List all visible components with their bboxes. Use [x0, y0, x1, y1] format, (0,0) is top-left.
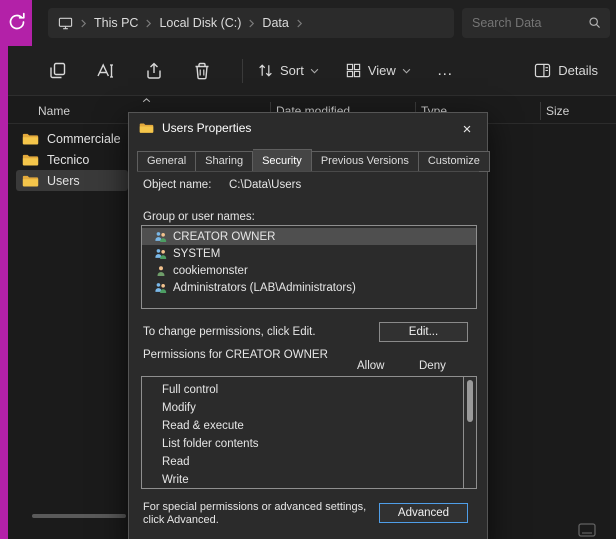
share-icon[interactable] — [144, 61, 164, 81]
allow-column-label: Allow — [357, 360, 384, 372]
status-bar-icon[interactable] — [578, 523, 596, 537]
users-properties-dialog: Users Properties × General Sharing Secur… — [128, 112, 488, 539]
column-name[interactable]: Name — [38, 104, 70, 118]
chevron-right-icon — [80, 19, 87, 28]
close-icon[interactable]: × — [455, 117, 479, 141]
advanced-button[interactable]: Advanced — [379, 503, 468, 523]
group-row-administrators[interactable]: Administrators (LAB\Administrators) — [142, 279, 476, 296]
sort-button[interactable]: Sort — [257, 62, 319, 79]
tab-general[interactable]: General — [137, 151, 196, 172]
group-row-creator-owner[interactable]: CREATOR OWNER — [142, 228, 476, 245]
toolbar-divider — [242, 59, 243, 83]
group-name: SYSTEM — [173, 248, 220, 260]
permission-row-read-execute[interactable]: Read & execute — [142, 417, 476, 435]
advanced-hint-text: For special permissions or advanced sett… — [143, 501, 371, 527]
search-icon[interactable] — [588, 16, 602, 30]
address-bar: This PC Local Disk (C:) Data — [8, 0, 616, 46]
folder-icon — [22, 153, 39, 167]
dialog-title-bar[interactable]: Users Properties — [129, 113, 487, 143]
folder-icon — [139, 122, 154, 134]
chevron-down-icon — [402, 68, 411, 74]
sort-label: Sort — [280, 63, 304, 78]
users-group-icon — [154, 248, 168, 260]
users-group-icon — [154, 231, 168, 243]
edit-button[interactable]: Edit... — [379, 322, 468, 342]
chevron-right-icon — [296, 19, 303, 28]
scrollbar-thumb[interactable] — [467, 380, 473, 422]
folder-icon — [22, 132, 39, 146]
object-name-row: Object name: C:\Data\Users — [143, 179, 475, 191]
object-name-label: Object name: — [143, 179, 211, 191]
details-button[interactable]: Details — [534, 63, 598, 78]
more-options-icon[interactable]: … — [437, 62, 454, 80]
permission-row-read[interactable]: Read — [142, 453, 476, 471]
object-name-value: C:\Data\Users — [229, 179, 301, 191]
delete-icon[interactable] — [192, 61, 212, 81]
permission-row-list-folder-contents[interactable]: List folder contents — [142, 435, 476, 453]
copy-icon[interactable] — [48, 61, 68, 81]
tab-customize[interactable]: Customize — [419, 151, 490, 172]
group-name: cookiemonster — [173, 265, 248, 277]
details-pane-icon — [534, 63, 551, 78]
tab-page-border — [137, 171, 479, 172]
user-icon — [154, 265, 168, 277]
permissions-scrollbar[interactable] — [463, 377, 476, 488]
group-name: Administrators (LAB\Administrators) — [173, 282, 356, 294]
group-names-listbox: CREATOR OWNER SYSTEM cookiemonster Admin… — [141, 225, 477, 309]
permissions-for-label: Permissions for CREATOR OWNER — [143, 348, 348, 362]
chevron-right-icon — [145, 19, 152, 28]
toolbar: Sort View … Details — [8, 46, 616, 96]
file-name: Commerciale — [47, 132, 121, 146]
refresh-icon[interactable] — [6, 11, 28, 33]
permission-row-modify[interactable]: Modify — [142, 399, 476, 417]
view-button[interactable]: View — [345, 62, 411, 79]
column-size[interactable]: Size — [546, 104, 569, 118]
search-box — [462, 8, 610, 38]
tab-previous-versions[interactable]: Previous Versions — [312, 151, 419, 172]
file-name: Tecnico — [47, 153, 89, 167]
folder-icon — [22, 174, 39, 188]
accent-corner — [0, 0, 32, 46]
details-label: Details — [558, 63, 598, 78]
rename-icon[interactable] — [96, 61, 116, 81]
search-input[interactable] — [472, 16, 588, 30]
column-divider[interactable] — [540, 102, 541, 120]
breadcrumb-local-disk-c[interactable]: Local Disk (C:) — [159, 16, 241, 30]
edit-hint-text: To change permissions, click Edit. — [143, 326, 316, 338]
tab-security[interactable]: Security — [253, 149, 312, 172]
permissions-listbox: Full control Modify Read & execute List … — [141, 376, 477, 489]
horizontal-scrollbar[interactable] — [32, 514, 126, 518]
chevron-down-icon — [310, 68, 319, 74]
group-row-cookiemonster[interactable]: cookiemonster — [142, 262, 476, 279]
group-name: CREATOR OWNER — [173, 231, 275, 243]
breadcrumb-data[interactable]: Data — [262, 16, 288, 30]
chevron-right-icon — [248, 19, 255, 28]
view-label: View — [368, 63, 396, 78]
tab-strip: General Sharing Security Previous Versio… — [137, 149, 490, 172]
file-name: Users — [47, 174, 80, 188]
deny-column-label: Deny — [419, 360, 446, 372]
permission-row-write[interactable]: Write — [142, 471, 476, 489]
group-row-system[interactable]: SYSTEM — [142, 245, 476, 262]
users-group-icon — [154, 282, 168, 294]
group-names-label: Group or user names: — [143, 211, 255, 223]
permission-row-full-control[interactable]: Full control — [142, 381, 476, 399]
accent-strip — [0, 0, 8, 539]
breadcrumb: This PC Local Disk (C:) Data — [48, 8, 454, 38]
dialog-title: Users Properties — [162, 121, 251, 135]
this-pc-icon — [58, 16, 73, 31]
tab-sharing[interactable]: Sharing — [196, 151, 253, 172]
sort-ascending-icon — [142, 98, 151, 103]
breadcrumb-this-pc[interactable]: This PC — [94, 16, 138, 30]
